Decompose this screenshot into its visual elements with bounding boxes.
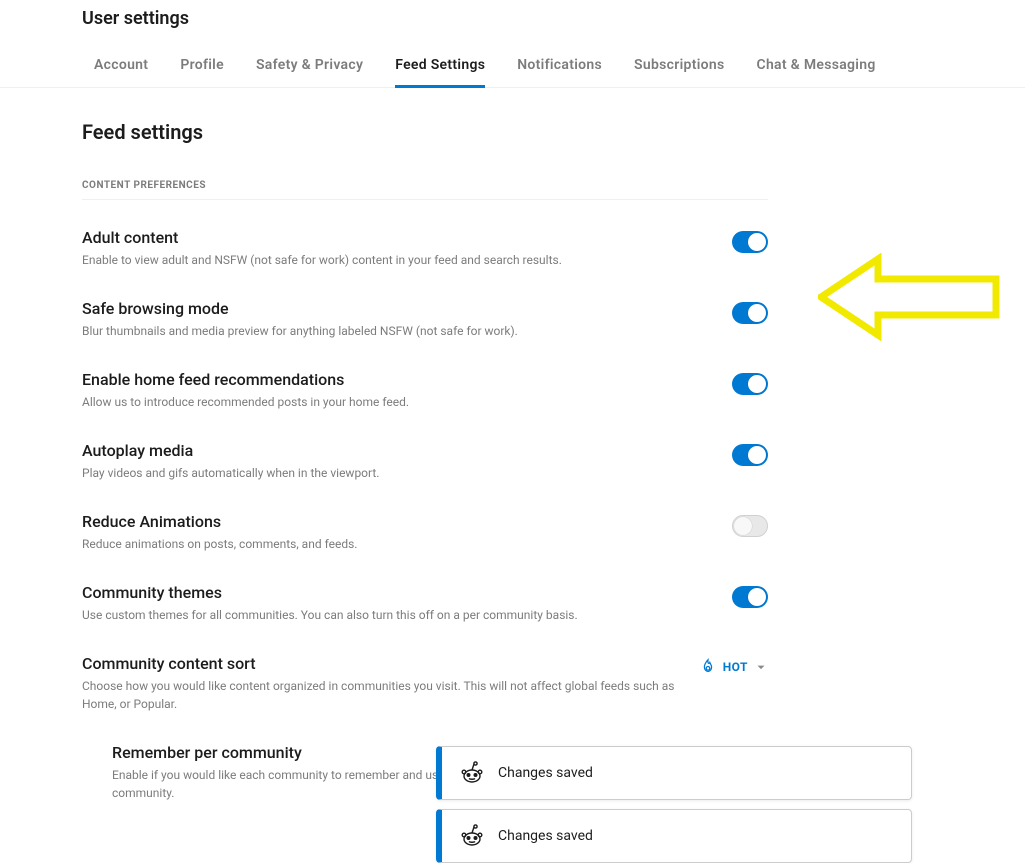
tab-feed-settings[interactable]: Feed Settings (395, 47, 485, 88)
page-title: User settings (0, 0, 1025, 47)
setting-desc: Play videos and gifs automatically when … (82, 464, 712, 482)
setting-label: Community content sort (82, 654, 679, 673)
tab-subscriptions[interactable]: Subscriptions (634, 47, 724, 88)
toast-changes-saved: Changes saved (436, 746, 912, 800)
toggle-safe-browsing[interactable] (732, 302, 768, 324)
settings-tabs: Account Profile Safety & Privacy Feed Se… (0, 47, 1025, 88)
setting-community-themes: Community themes Use custom themes for a… (82, 583, 768, 624)
setting-label: Autoplay media (82, 441, 712, 460)
setting-desc: Blur thumbnails and media preview for an… (82, 322, 712, 340)
toast-changes-saved-secondary: Changes saved (436, 809, 912, 863)
setting-desc: Choose how you would like content organi… (82, 677, 679, 713)
tab-account[interactable]: Account (94, 47, 148, 88)
section-title: Feed settings (82, 120, 768, 144)
toggle-community-themes[interactable] (732, 586, 768, 608)
setting-community-content-sort: Community content sort Choose how you wo… (82, 654, 768, 713)
setting-desc: Use custom themes for all communities. Y… (82, 606, 712, 624)
chevron-down-icon (754, 660, 768, 674)
toggle-adult-content[interactable] (732, 231, 768, 253)
setting-label: Safe browsing mode (82, 299, 712, 318)
toggle-home-recommendations[interactable] (732, 373, 768, 395)
toggle-reduce-animations[interactable] (732, 515, 768, 537)
toast-message: Changes saved (498, 828, 593, 844)
tab-safety-privacy[interactable]: Safety & Privacy (256, 47, 363, 88)
setting-label: Adult content (82, 228, 712, 247)
setting-desc: Allow us to introduce recommended posts … (82, 393, 712, 411)
sort-value: HOT (723, 660, 748, 674)
setting-desc: Reduce animations on posts, comments, an… (82, 535, 712, 553)
toast-message: Changes saved (498, 765, 593, 781)
setting-adult-content: Adult content Enable to view adult and N… (82, 228, 768, 269)
setting-home-recommendations: Enable home feed recommendations Allow u… (82, 370, 768, 411)
setting-safe-browsing: Safe browsing mode Blur thumbnails and m… (82, 299, 768, 340)
setting-reduce-animations: Reduce Animations Reduce animations on p… (82, 512, 768, 553)
setting-label: Enable home feed recommendations (82, 370, 712, 389)
tab-notifications[interactable]: Notifications (517, 47, 602, 88)
reddit-snoo-icon (460, 761, 484, 785)
hot-icon (699, 658, 717, 676)
reddit-snoo-icon (460, 824, 484, 848)
tab-chat-messaging[interactable]: Chat & Messaging (756, 47, 875, 88)
tab-profile[interactable]: Profile (180, 47, 224, 88)
setting-label: Community themes (82, 583, 712, 602)
section-header-content-preferences: CONTENT PREFERENCES (82, 180, 768, 200)
toggle-autoplay-media[interactable] (732, 444, 768, 466)
setting-desc: Enable to view adult and NSFW (not safe … (82, 251, 712, 269)
setting-autoplay-media: Autoplay media Play videos and gifs auto… (82, 441, 768, 482)
sort-select-hot[interactable]: HOT (699, 658, 768, 676)
setting-label: Reduce Animations (82, 512, 712, 531)
